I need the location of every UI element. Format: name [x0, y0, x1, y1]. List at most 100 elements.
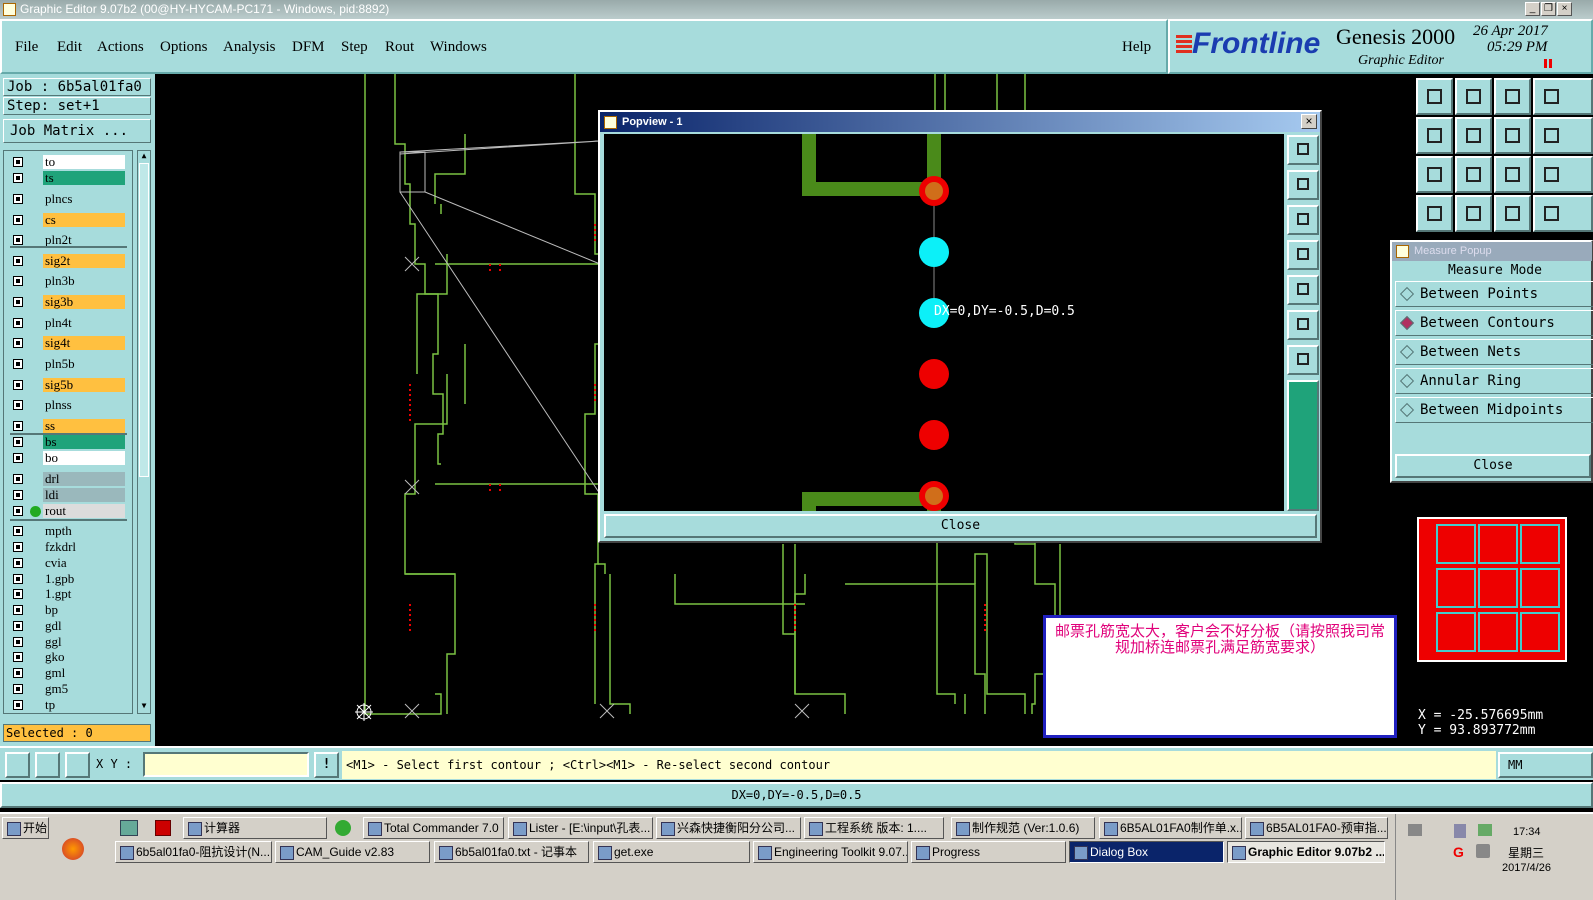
layer-name[interactable]: pln2t [43, 233, 125, 247]
layer-checkbox-icon[interactable] [13, 215, 23, 225]
layer-checkbox-icon[interactable] [13, 668, 23, 678]
angle-icon[interactable] [35, 752, 60, 778]
layer-checkbox-icon[interactable] [13, 700, 23, 710]
layer-name[interactable]: mpth [43, 524, 125, 538]
layer-name[interactable]: to [43, 155, 125, 169]
task-calculator[interactable]: 计算器 [183, 817, 327, 839]
task-engineering-toolkit[interactable]: Engineering Toolkit 9.07... [753, 841, 908, 863]
layer-row-sig4t[interactable]: sig4t [10, 336, 127, 350]
tool-key-icon[interactable] [1455, 195, 1492, 232]
layer-row-pln5b[interactable]: pln5b [10, 357, 127, 371]
alert-icon[interactable]: ! [314, 752, 339, 778]
layer-checkbox-icon[interactable] [13, 157, 23, 167]
units-select[interactable]: MM [1498, 752, 1593, 778]
layer-name[interactable]: gm5 [43, 682, 125, 696]
layer-row-pln3b[interactable]: pln3b [10, 274, 127, 288]
tool-settings-icon[interactable] [1416, 195, 1453, 232]
tool-redraw-icon[interactable] [1533, 117, 1593, 154]
layer-row-bs[interactable]: bs [10, 435, 127, 449]
layer-checkbox-icon[interactable] [13, 359, 23, 369]
layer-checkbox-icon[interactable] [13, 506, 23, 516]
layer-row-pln4t[interactable]: pln4t [10, 316, 127, 330]
tool-help-icon[interactable] [1533, 156, 1593, 193]
volume-icon[interactable] [1476, 844, 1490, 858]
layer-checkbox-icon[interactable] [13, 589, 23, 599]
menu-help[interactable]: Help [1122, 39, 1151, 56]
layer-row-1-gpb[interactable]: 1.gpb [10, 572, 127, 586]
tray-g-icon[interactable]: G [1453, 844, 1464, 860]
scroll-up-icon[interactable]: ▲ [139, 151, 149, 161]
layer-checkbox-icon[interactable] [13, 621, 23, 631]
layer-name[interactable]: pln4t [43, 316, 125, 330]
layer-row-gml[interactable]: gml [10, 666, 127, 680]
layer-name[interactable]: tp [43, 698, 125, 712]
popview-home-icon[interactable] [1287, 345, 1319, 375]
layer-checkbox-icon[interactable] [13, 474, 23, 484]
layer-name[interactable]: gdl [43, 619, 125, 633]
layer-row-cs[interactable]: cs [10, 213, 127, 227]
layer-checkbox-icon[interactable] [13, 380, 23, 390]
popview-zoom-icon[interactable] [1287, 135, 1319, 165]
popview-pan-left-icon[interactable] [1287, 240, 1319, 270]
snap-icon[interactable] [5, 752, 30, 778]
layer-checkbox-icon[interactable] [13, 173, 23, 183]
layer-checkbox-icon[interactable] [13, 194, 23, 204]
layer-checkbox-icon[interactable] [13, 605, 23, 615]
xy-input[interactable] [143, 752, 309, 777]
tool-center-icon[interactable] [1455, 156, 1492, 193]
layer-name[interactable]: sig5b [43, 378, 125, 392]
measure-option-nets[interactable]: Between Nets [1395, 339, 1593, 365]
menu-edit[interactable]: Edit [57, 39, 82, 56]
layer-row-gdl[interactable]: gdl [10, 619, 127, 633]
popview-close-icon[interactable]: × [1301, 114, 1317, 129]
grid-icon[interactable] [65, 752, 90, 778]
tray-icon[interactable] [1478, 824, 1492, 836]
layer-name[interactable]: ggl [43, 635, 125, 649]
layer-checkbox-icon[interactable] [13, 338, 23, 348]
menu-actions[interactable]: Actions [97, 39, 144, 56]
layer-checkbox-icon[interactable] [13, 558, 23, 568]
layer-checkbox-icon[interactable] [13, 297, 23, 307]
tool-window-icon[interactable] [1533, 78, 1593, 115]
layer-checkbox-icon[interactable] [13, 400, 23, 410]
task-get-exe[interactable]: get.exe [593, 841, 750, 863]
layer-row-bp[interactable]: bp [10, 603, 127, 617]
layer-name[interactable]: sig3b [43, 295, 125, 309]
layer-name[interactable]: pln3b [43, 274, 125, 288]
layer-row-pln2t[interactable]: pln2t [10, 233, 127, 247]
tool-pan-left-icon[interactable] [1416, 117, 1453, 154]
menu-dfm[interactable]: DFM [292, 39, 325, 56]
task-engineering-system[interactable]: 工程系统 版本: 1.... [804, 817, 944, 839]
layer-name[interactable]: gml [43, 666, 125, 680]
layer-row-plncs[interactable]: plncs [10, 192, 127, 206]
layer-checkbox-icon[interactable] [13, 574, 23, 584]
task-graphic-editor[interactable]: Graphic Editor 9.07b2 ... [1227, 841, 1385, 863]
board-overview-map[interactable] [1417, 517, 1567, 662]
layer-row-1-gpt[interactable]: 1.gpt [10, 587, 127, 601]
measure-option-midpoints[interactable]: Between Midpoints [1395, 397, 1593, 423]
layer-checkbox-icon[interactable] [13, 684, 23, 694]
layer-checkbox-icon[interactable] [13, 235, 23, 245]
layer-name[interactable]: ss [43, 419, 125, 433]
measure-close-button[interactable]: Close [1395, 454, 1591, 478]
tool-fit-icon[interactable] [1416, 156, 1453, 193]
pdf-icon[interactable] [155, 820, 171, 836]
layer-row-plnss[interactable]: plnss [10, 398, 127, 412]
layer-row-sig2t[interactable]: sig2t [10, 254, 127, 268]
task-progress[interactable]: Progress [911, 841, 1066, 863]
layer-name[interactable]: sig4t [43, 336, 125, 350]
layer-checkbox-icon[interactable] [13, 637, 23, 647]
layer-row-ldi[interactable]: ldi [10, 488, 127, 502]
close-window-button[interactable]: × [1557, 2, 1572, 16]
layer-name[interactable]: rout [43, 504, 125, 518]
minimize-button[interactable]: _ [1525, 2, 1540, 16]
layer-row-sig3b[interactable]: sig3b [10, 295, 127, 309]
layer-row-ss[interactable]: ss [10, 419, 127, 433]
menu-step[interactable]: Step [341, 39, 368, 56]
task-lister[interactable]: Lister - [E:\input\孔表... [508, 817, 653, 839]
layer-checkbox-icon[interactable] [13, 490, 23, 500]
menu-rout[interactable]: Rout [385, 39, 414, 56]
task-spec[interactable]: 制作规范 (Ver:1.0.6) [951, 817, 1095, 839]
layer-scrollbar[interactable]: ▲ ▼ [137, 150, 151, 714]
layer-checkbox-icon[interactable] [13, 256, 23, 266]
